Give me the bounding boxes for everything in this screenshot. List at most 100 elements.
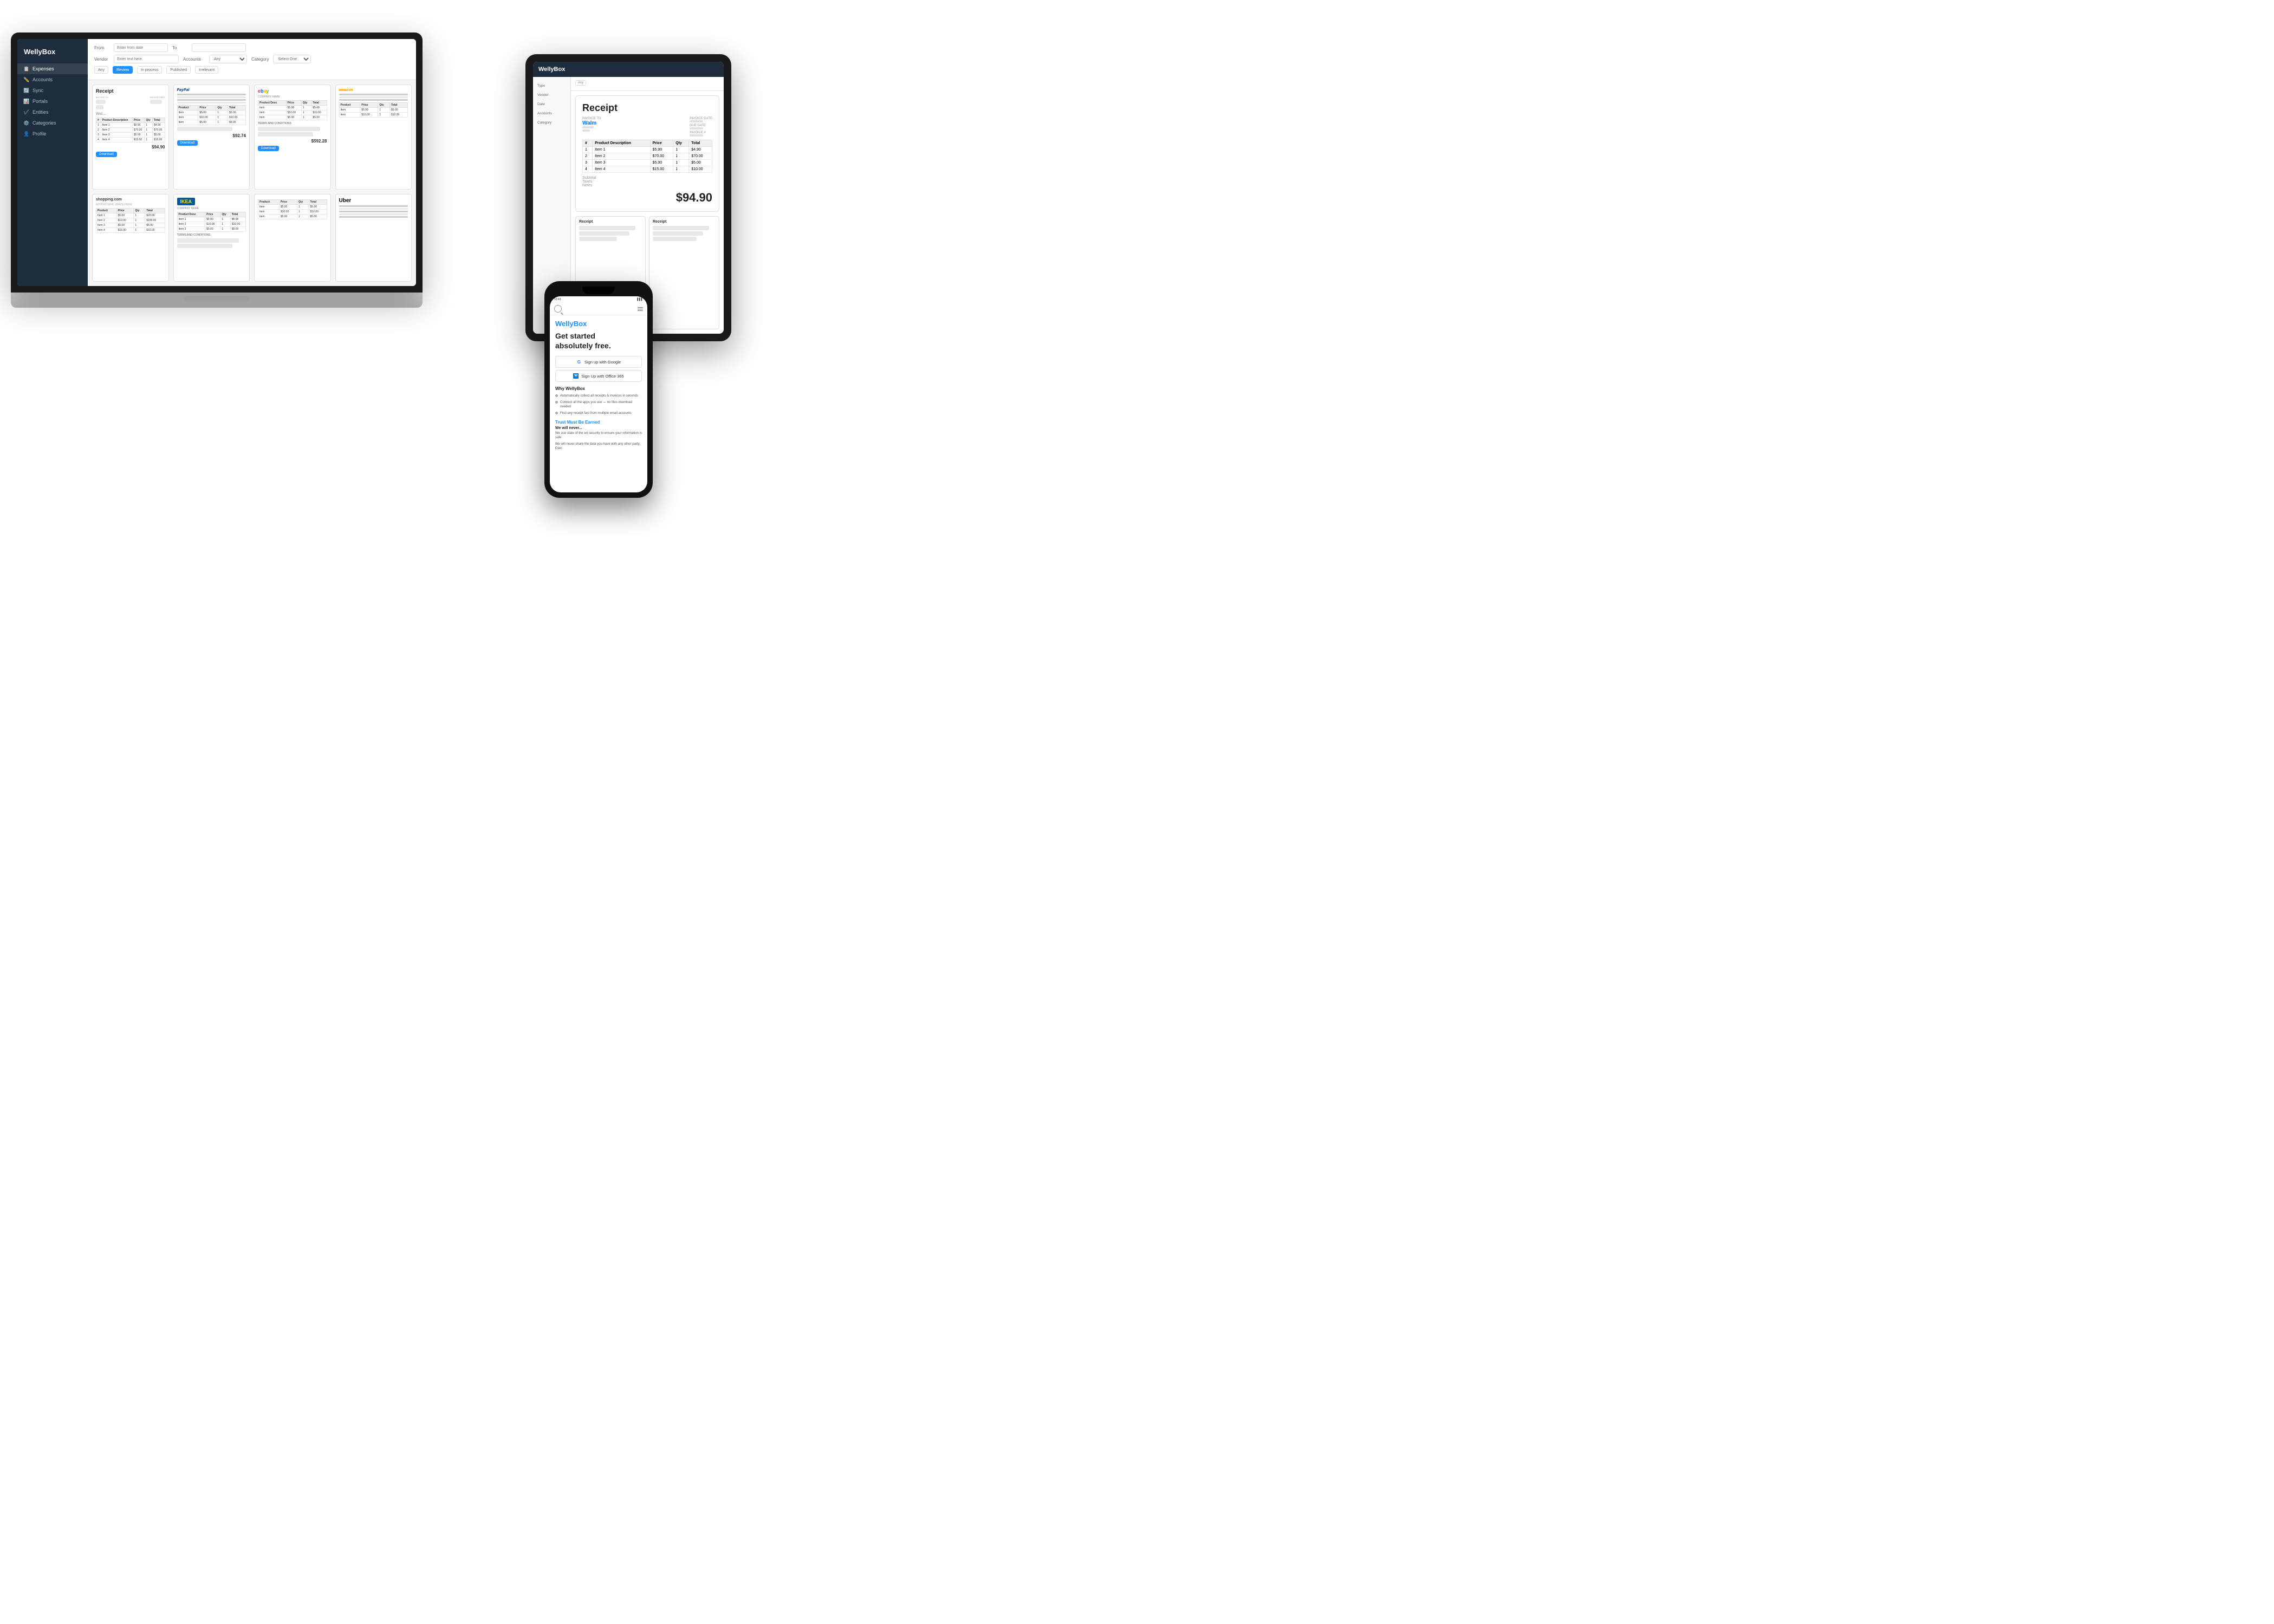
receipt-table-7: ProductPriceQtyTotal Item$5.001$5.00 Ite… <box>258 199 327 219</box>
taxes-label: Taxes <box>582 180 596 184</box>
table-row: Item$10.001$10.00 <box>177 115 246 120</box>
receipt-table-6: Product DescPriceQtyTotal Item 1$5.001$5… <box>177 212 246 232</box>
feature-dot-3 <box>555 412 558 414</box>
receipt-card-1: Receipt INVOICE TO INVOICE DATE <box>92 85 169 190</box>
scene: WellyBox 📋 Expenses ✏️ Accounts 🔄 Sync <box>0 0 758 541</box>
download-btn-1[interactable]: Download <box>96 152 117 157</box>
receipt-card-4: amazon ProductPriceQtyTotal <box>335 85 412 190</box>
ikea-logo: IKEA <box>177 198 196 205</box>
tablet-sidebar-category[interactable]: Category <box>533 118 570 127</box>
portals-icon: 📊 <box>24 99 29 104</box>
company-watermark: Wal… <box>96 112 165 116</box>
table-row: 2Item 2$70.001$70.00 <box>583 153 712 160</box>
from-date-input[interactable] <box>114 43 168 52</box>
tablet-sidebar-vendor[interactable]: Vendor <box>533 90 570 100</box>
table-row: Item$5.001$5.00 <box>258 106 327 111</box>
filter-tag-irrelevant[interactable]: Irrelevant <box>195 66 218 74</box>
vendor-input[interactable] <box>114 55 179 63</box>
invoice-meta: INVOICE TO Walm INVOICE DATE <box>582 117 712 137</box>
big-receipt: Receipt INVOICE TO Walm <box>575 95 719 212</box>
tablet-sidebar-date[interactable]: Date <box>533 100 570 109</box>
sidebar-item-accounts[interactable]: ✏️ Accounts <box>17 74 88 85</box>
profile-icon: 👤 <box>24 131 29 137</box>
office-btn-label: Sign Up with Office 365 <box>581 374 623 379</box>
to-date-input[interactable] <box>192 43 246 52</box>
search-icon[interactable] <box>554 305 562 313</box>
accounts-select[interactable]: Any Business Personal <box>209 55 247 63</box>
table-row: 1Item 1$5.901$4.90 <box>583 147 712 153</box>
sidebar-item-categories[interactable]: ⚙️ Categories <box>17 118 88 128</box>
category-select[interactable]: Select One <box>273 55 311 63</box>
terms-label-3: TERMS AND CONDITIONS <box>258 122 327 125</box>
filter-tag-review[interactable]: Review <box>113 66 133 74</box>
sidebar-item-profile[interactable]: 👤 Profile <box>17 128 88 139</box>
vendor-label: Vendor <box>94 57 109 62</box>
phone-battery: ▌▌▌ <box>637 298 643 301</box>
laptop-body: WellyBox 📋 Expenses ✏️ Accounts 🔄 Sync <box>11 33 423 293</box>
receipt-card-5: shopping.com ADVERTISING SPACE HERE Prod… <box>92 194 169 282</box>
table-row: 2Item 2$70.001$70.00 <box>96 128 165 133</box>
table-row: Item$10.001$10.00 <box>339 113 408 118</box>
sidebar-item-entities[interactable]: ✔️ Entities <box>17 107 88 118</box>
tablet-filter-tag-any[interactable]: Any <box>575 80 586 86</box>
phone-feature-1: Automatically collect all receipts & inv… <box>555 394 642 398</box>
table-row: Item 3$5.001$5.00 <box>177 227 246 232</box>
download-btn-2[interactable]: Download <box>177 140 198 146</box>
tablet-sidebar-accounts[interactable]: Accounts <box>533 109 570 118</box>
tablet-topbar: WellyBox <box>533 62 724 77</box>
sidebar-item-sync[interactable]: 🔄 Sync <box>17 85 88 96</box>
phone-screen: 10:41 ▌▌▌ WellyBox Get startedabsolutely… <box>550 296 647 492</box>
table-row: Item$10.001$10.00 <box>258 210 327 215</box>
menu-icon[interactable] <box>638 307 643 311</box>
categories-icon: ⚙️ <box>24 120 29 126</box>
table-row: Item$5.001$5.00 <box>258 215 327 219</box>
filter-tag-inprocess[interactable]: In process <box>137 66 162 74</box>
trust-subtitle: We will never... <box>555 426 642 430</box>
office365-signup-button[interactable]: W Sign Up with Office 365 <box>555 370 642 382</box>
invoice-number-label: INVOICE # <box>690 131 712 134</box>
table-row: Item$10.001$10.00 <box>258 111 327 115</box>
invoice-date-block: INVOICE DATE <box>150 96 165 111</box>
accounts-label: Accounts <box>183 57 205 62</box>
tablet-small-card-2: Receipt <box>649 216 719 329</box>
feature-text-1: Automatically collect all receipts & inv… <box>560 394 638 398</box>
laptop: WellyBox 📋 Expenses ✏️ Accounts 🔄 Sync <box>11 33 423 314</box>
big-receipt-total: $94.90 <box>582 191 712 205</box>
ebay-logo: ebay <box>258 88 327 94</box>
table-row: Item$5.001$5.00 <box>177 111 246 115</box>
filter-tag-any[interactable]: Any <box>94 66 108 74</box>
receipt-card-6: IKEA COMPANY NAME Product DescPriceQtyTo… <box>173 194 250 282</box>
invoice-to-block: INVOICE TO <box>96 96 108 111</box>
table-row: Item$5.001$5.00 <box>339 108 408 113</box>
invoice-due-label: DUE DATE <box>690 124 712 127</box>
google-signup-button[interactable]: G Sign up with Google <box>555 356 642 368</box>
big-receipt-table: # Product Description Price Qty Total <box>582 140 712 173</box>
tablet-filter: Any <box>571 77 724 91</box>
receipt-table-3: Product DescPriceQtyTotal Item$5.001$5.0… <box>258 100 327 120</box>
filter-tag-published[interactable]: Published <box>166 66 191 74</box>
sidebar-item-expenses[interactable]: 📋 Expenses <box>17 63 88 74</box>
feature-text-3: Find any receipt fast from multiple emai… <box>560 411 632 415</box>
to-label: To <box>172 46 187 50</box>
receipt-lines-4 <box>339 94 408 101</box>
laptop-sidebar: WellyBox 📋 Expenses ✏️ Accounts 🔄 Sync <box>17 39 88 286</box>
phone-features: Automatically collect all receipts & inv… <box>555 394 642 415</box>
phone-searchbar <box>550 303 647 315</box>
table-row: Item$5.001$5.00 <box>258 205 327 210</box>
ad-space: ADVERTISING SPACE HERE <box>96 203 165 206</box>
table-row: 1Item 1$5.901$4.90 <box>96 123 165 128</box>
table-row: Item 2$10.001$100.00 <box>96 218 165 223</box>
tablet-sidebar-type[interactable]: Type <box>533 81 570 90</box>
phone-content: WellyBox Get startedabsolutely free. G S… <box>550 315 647 492</box>
phone: 10:41 ▌▌▌ WellyBox Get startedabsolutely… <box>544 281 653 498</box>
expenses-icon: 📋 <box>24 66 29 72</box>
invoice-to-line2 <box>96 105 103 109</box>
office-icon: W <box>573 373 579 379</box>
table-row: Item 1$5.001$20.00 <box>96 213 165 218</box>
sidebar-item-portals[interactable]: 📊 Portals <box>17 96 88 107</box>
amazon-logo: amazon <box>339 88 408 92</box>
receipt-table-5: ProductPriceQtyTotal Item 1$5.001$20.00 … <box>96 208 165 233</box>
notes-label: Notes <box>582 184 596 187</box>
sync-icon: 🔄 <box>24 88 29 93</box>
download-btn-3[interactable]: Download <box>258 146 279 151</box>
